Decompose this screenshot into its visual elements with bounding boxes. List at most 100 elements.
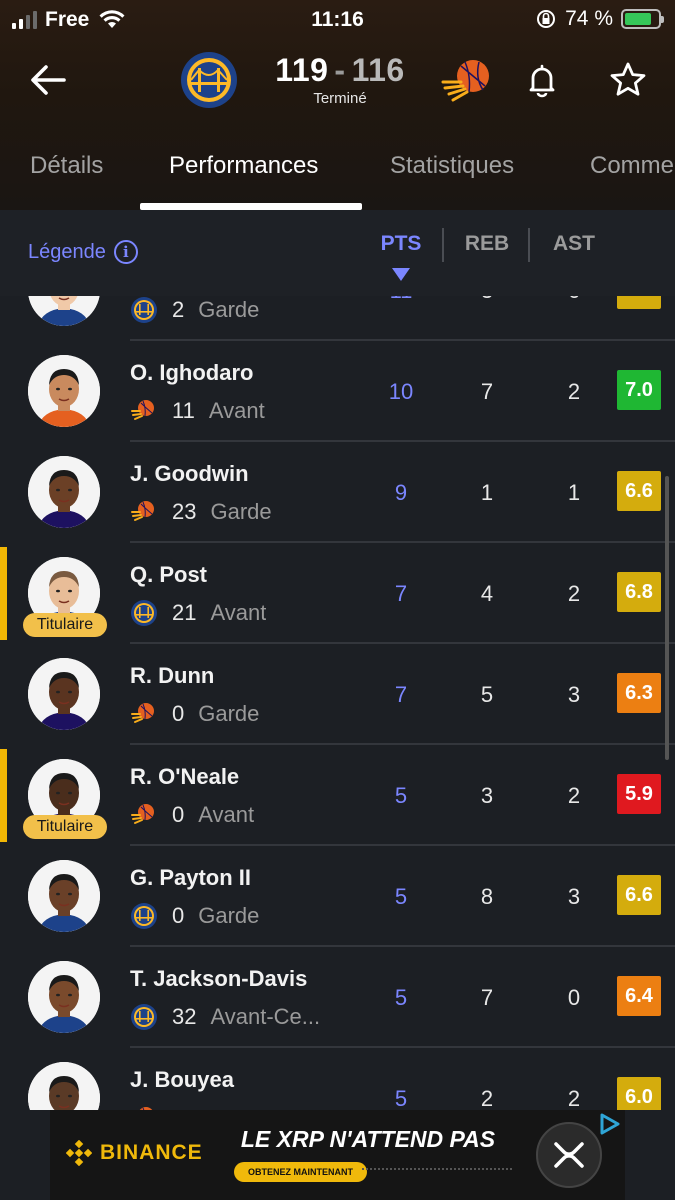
player-rating: 6.6: [617, 471, 661, 511]
player-row[interactable]: T. Jackson-Davis 32 Avant-Ce... 5 7 0 6.4: [0, 947, 675, 1048]
player-number: 0: [172, 903, 185, 928]
star-icon: [610, 62, 646, 96]
warriors-team-icon: [131, 903, 157, 929]
xrp-logo-icon: [536, 1122, 602, 1188]
home-score: 119: [275, 52, 329, 88]
player-row[interactable]: R. Dunn 0 Garde 7 5 3 6.3: [0, 644, 675, 745]
suns-team-icon: [131, 703, 154, 723]
suns-logo-icon[interactable]: [439, 52, 499, 112]
player-info: 0 Garde: [130, 902, 259, 930]
stat-reb: 5: [480, 682, 494, 707]
player-rating: 5.9: [617, 774, 661, 814]
column-reb[interactable]: REB: [452, 232, 522, 256]
player-name: R. O'Neale: [130, 764, 240, 789]
stat-pts: 5: [394, 1086, 408, 1110]
tab-commentaires[interactable]: Comme: [590, 152, 674, 180]
stat-ast: 6: [539, 296, 609, 304]
player-position: Avant: [198, 802, 255, 827]
player-info: 32 Avant-Ce...: [130, 1003, 320, 1031]
player-avatar: [28, 296, 100, 326]
starter-badge: Titulaire: [23, 613, 107, 637]
stat-pts: 7: [394, 581, 408, 606]
ad-headline: LE XRP N'ATTEND PAS: [240, 1126, 496, 1152]
player-info: 23 Garde: [130, 498, 272, 526]
player-name: J. Goodwin: [130, 461, 249, 486]
stat-reb: 7: [480, 379, 494, 404]
ad-banner[interactable]: BINANCE LE XRP N'ATTEND PAS OBTENEZ MAIN…: [50, 1110, 625, 1200]
suns-team-icon: [131, 804, 154, 824]
tab-bar: Détails Performances Statistiques Comme: [0, 140, 675, 210]
player-rating: 6.7: [617, 296, 661, 309]
ad-cta-button[interactable]: OBTENEZ MAINTENANT: [234, 1162, 367, 1182]
stat-pts: 5: [394, 884, 408, 909]
tab-statistiques[interactable]: Statistiques: [390, 152, 514, 180]
stat-ast: 1: [567, 480, 581, 505]
stat-ast: 0: [567, 985, 581, 1010]
player-rating: 7.0: [617, 370, 661, 410]
player-avatar: [28, 860, 100, 932]
scoreboard: 119-116 Terminé: [175, 48, 500, 118]
warriors-logo-icon[interactable]: [179, 50, 239, 110]
bell-icon: [529, 64, 555, 98]
player-number: 32: [172, 1004, 197, 1029]
column-pts[interactable]: PTS: [366, 232, 436, 256]
player-info: 21 Avant: [130, 599, 266, 627]
notifications-button[interactable]: [522, 60, 562, 100]
stat-ast: 2: [567, 1086, 581, 1110]
player-position: Avant: [208, 398, 265, 423]
stat-reb: 8: [480, 884, 494, 909]
player-info: 0 Garde: [130, 700, 259, 728]
player-number: 21: [172, 600, 197, 625]
ad-fine-print: [362, 1168, 512, 1176]
stat-ast: 2: [567, 783, 581, 808]
player-row[interactable]: Titulaire R. O'Neale 0 Avant 5 3 2 5.9: [0, 745, 675, 846]
player-avatar: [28, 456, 100, 528]
player-row[interactable]: J. Goodwin 23 Garde 9 1 1 6.6: [0, 442, 675, 543]
stat-pts: 10: [388, 379, 414, 404]
player-info: 2 Garde: [130, 296, 259, 324]
away-score: 116: [351, 52, 405, 88]
player-avatar: [28, 355, 100, 427]
legend-button[interactable]: Légende i: [28, 240, 138, 264]
info-icon: i: [113, 240, 138, 264]
warriors-team-icon: [131, 600, 157, 626]
player-number: 2: [172, 297, 185, 322]
column-ast[interactable]: AST: [539, 232, 609, 256]
stat-reb: 1: [480, 480, 494, 505]
stat-pts: 5: [394, 985, 408, 1010]
game-status: Terminé: [313, 90, 367, 107]
player-info: 11 Avant: [130, 397, 265, 425]
stat-reb: 2: [480, 1086, 494, 1110]
back-button[interactable]: [26, 60, 70, 100]
column-divider: [442, 228, 444, 262]
player-avatar: [28, 1062, 100, 1110]
player-row[interactable]: Titulaire Q. Post 21 Avant 7 4 2 6.8: [0, 543, 675, 644]
player-list[interactable]: B. Podziemski2Garde11366.7O. Ighodaro11A…: [0, 296, 675, 1110]
scrollbar[interactable]: [665, 476, 669, 760]
starter-badge: Titulaire: [23, 815, 107, 839]
orientation-lock-icon: [537, 10, 556, 28]
player-row[interactable]: G. Payton II 0 Garde 5 8 3 6.6: [0, 846, 675, 947]
stat-pts: 7: [394, 682, 408, 707]
ad-brand-label: BINANCE: [100, 1141, 203, 1164]
player-name: T. Jackson-Davis: [130, 966, 308, 991]
player-number: 23: [172, 499, 197, 524]
battery-percentage: 74 %: [565, 7, 613, 30]
player-position: Garde: [198, 903, 260, 928]
player-rating: 6.0: [617, 1077, 661, 1110]
table-header: Légende i PTS REB AST: [0, 210, 675, 296]
stat-pts: 5: [394, 783, 408, 808]
player-row[interactable]: O. Ighodaro 11 Avant 10 7 2 7.0: [0, 341, 675, 442]
stat-pts: 9: [394, 480, 408, 505]
warriors-team-icon: [131, 1004, 157, 1030]
player-info: 0 Avant: [130, 801, 254, 829]
tab-details[interactable]: Détails: [30, 152, 103, 180]
favorite-button[interactable]: [608, 60, 648, 100]
battery-icon: [621, 9, 664, 29]
stat-reb: 3: [452, 296, 522, 304]
player-row[interactable]: J. Bouyea 5 2 2 6.0: [0, 1048, 675, 1110]
player-position: Garde: [198, 297, 260, 322]
tab-performances[interactable]: Performances: [169, 152, 318, 180]
player-row[interactable]: B. Podziemski2Garde11366.7: [0, 296, 675, 341]
ad-choices-icon[interactable]: [598, 1112, 622, 1136]
